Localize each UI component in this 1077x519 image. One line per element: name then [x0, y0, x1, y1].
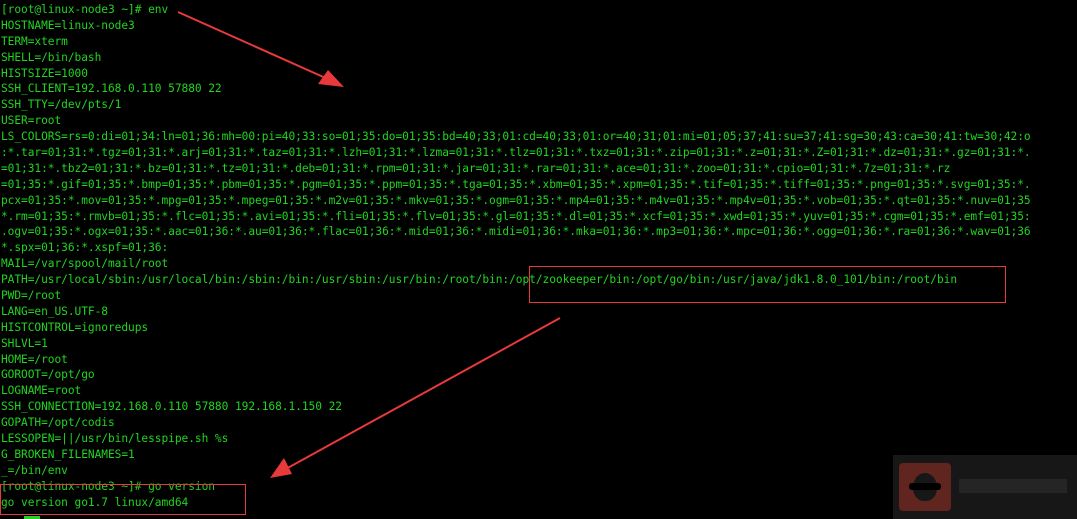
- terminal-line: LS_COLORS=rs=0:di=01;34:ln=01;36:mh=00:p…: [1, 130, 1031, 144]
- terminal-line: USER=root: [1, 114, 62, 128]
- terminal-line: LANG=en_US.UTF-8: [1, 304, 108, 318]
- terminal-line: pcx=01;35:*.mov=01;35:*.mpg=01;35:*.mpeg…: [1, 193, 1031, 207]
- terminal-line: HISTSIZE=1000: [1, 66, 88, 80]
- watermark-text: [959, 479, 1067, 493]
- terminal-output: [root@linux-node3 ~]# env HOSTNAME=linux-…: [1, 2, 1031, 511]
- terminal-line: LESSOPEN=||/usr/bin/lesspipe.sh %s: [1, 432, 229, 446]
- terminal-line: *.spx=01;36:*.xspf=01;36:: [1, 241, 169, 255]
- watermark-logo: [899, 463, 951, 511]
- terminal-line: :*.tar=01;31:*.tgz=01;31:*.arj=01;31:*.t…: [1, 146, 1031, 160]
- terminal-line: HOME=/root: [1, 352, 68, 366]
- terminal-line: LOGNAME=root: [1, 384, 82, 398]
- terminal-line: =01;35:*.gif=01;35:*.bmp=01;35:*.pbm=01;…: [1, 177, 1031, 191]
- terminal-line: SSH_CONNECTION=192.168.0.110 57880 192.1…: [1, 400, 342, 414]
- terminal-line: SSH_TTY=/dev/pts/1: [1, 98, 122, 112]
- terminal-line: PATH=/usr/local/sbin:/usr/local/bin:/sbi…: [1, 273, 958, 287]
- terminal-line: [root@linux-node3 ~]# env: [1, 3, 169, 16]
- terminal-line: go version go1.7 linux/amd64: [1, 495, 189, 509]
- terminal-line: HISTCONTROL=ignoredups: [1, 320, 149, 334]
- terminal-line: GOPATH=/opt/codis: [1, 416, 115, 430]
- terminal-line: _=/bin/env: [1, 463, 68, 477]
- terminal-line: MAIL=/var/spool/mail/root: [1, 257, 169, 271]
- terminal-line: SSH_CLIENT=192.168.0.110 57880 22: [1, 82, 222, 96]
- terminal-line: SHELL=/bin/bash: [1, 50, 102, 64]
- terminal-line: HOSTNAME=linux-node3: [1, 18, 135, 32]
- terminal-line: .ogv=01;35:*.ogx=01;35:*.aac=01;36:*.au=…: [1, 225, 1031, 239]
- terminal-line: TERM=xterm: [1, 34, 68, 48]
- terminal-line: PWD=/root: [1, 289, 62, 303]
- terminal-line: G_BROKEN_FILENAMES=1: [1, 447, 135, 461]
- terminal-line: =01;31:*.tbz2=01;31:*.bz=01;31:*.tz=01;3…: [1, 161, 951, 175]
- watermark: [893, 455, 1077, 519]
- terminal-line: [root@linux-node3 ~]# go version: [1, 479, 215, 493]
- terminal-window[interactable]: [root@linux-node3 ~]# env HOSTNAME=linux-…: [0, 0, 1077, 519]
- terminal-line: SHLVL=1: [1, 336, 48, 350]
- terminal-line: *.rm=01;35:*.rmvb=01;35:*.flc=01;35:*.av…: [1, 209, 1031, 223]
- terminal-line: GOROOT=/opt/go: [1, 368, 95, 382]
